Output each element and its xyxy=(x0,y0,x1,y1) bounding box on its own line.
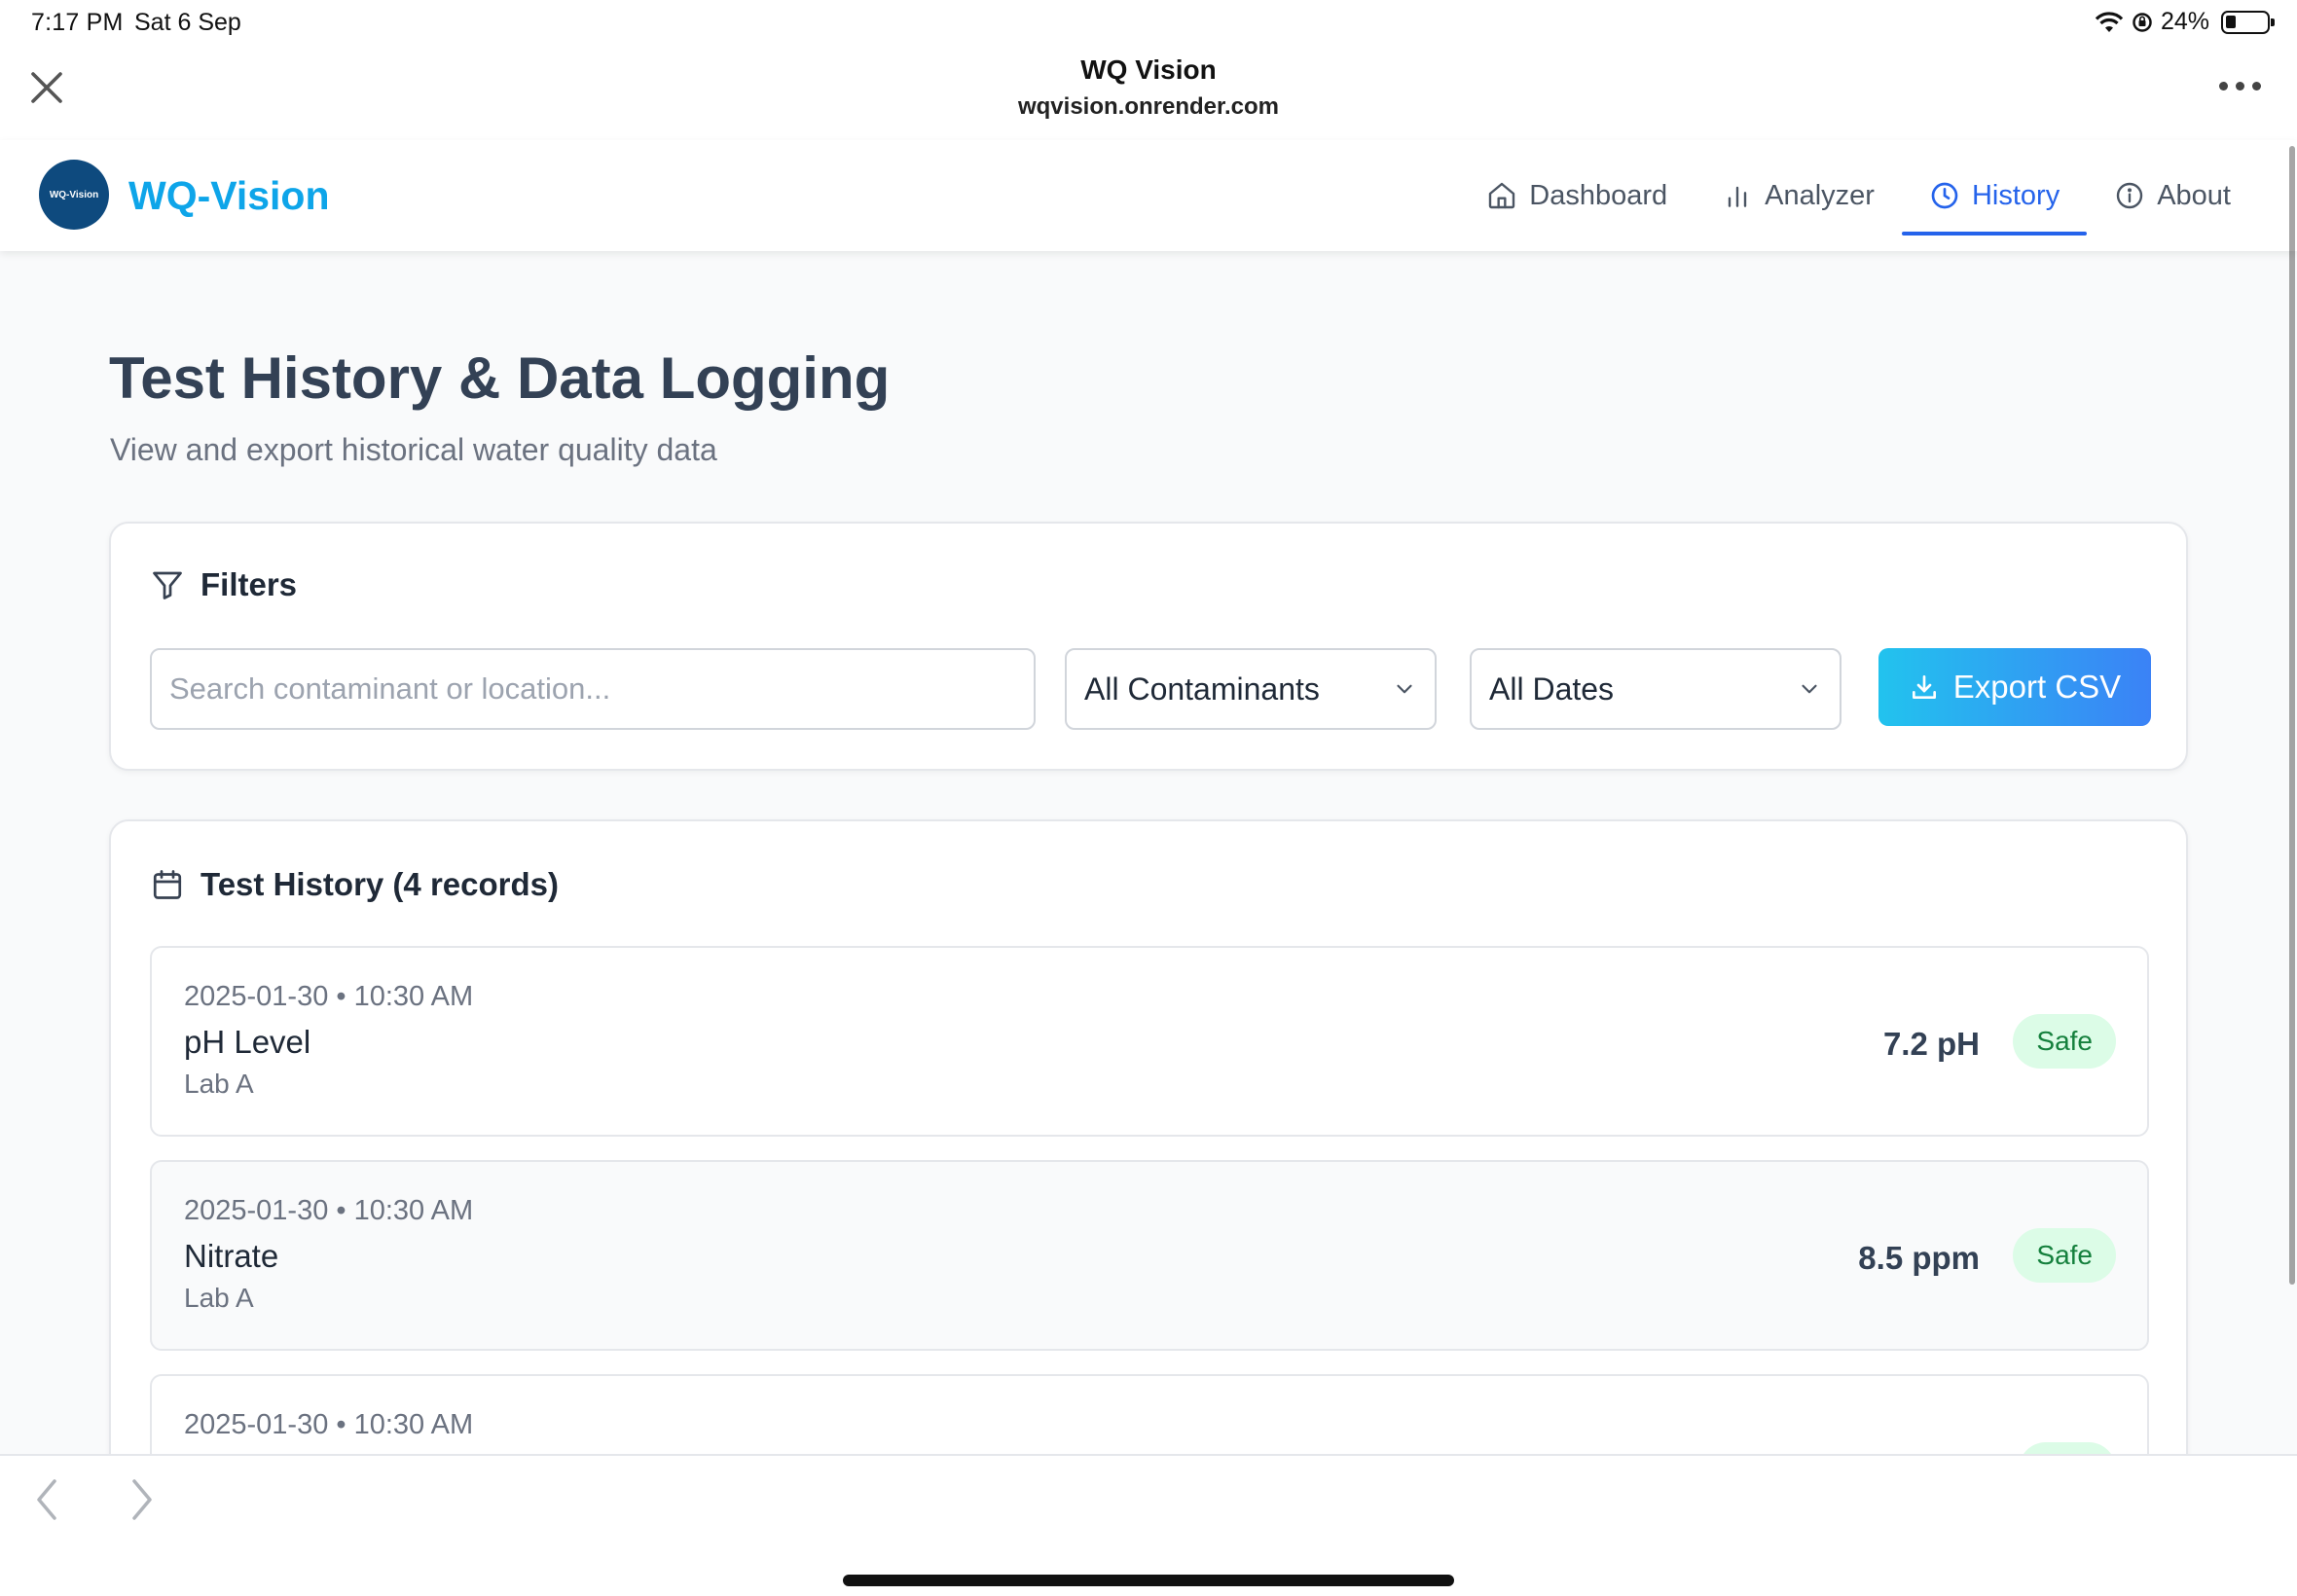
nav-history-label: History xyxy=(1971,179,2060,211)
nav-history[interactable]: History xyxy=(1901,140,2088,251)
filter-icon xyxy=(153,571,182,599)
filters-heading: Filters xyxy=(150,566,297,603)
record-contaminant: pH Level xyxy=(184,1024,311,1060)
bar-chart-icon xyxy=(1728,186,1747,207)
main-nav: Dashboard Analyzer History About xyxy=(1459,140,2258,251)
record-location: Lab A xyxy=(184,1069,254,1099)
brand-name[interactable]: WQ-Vision xyxy=(128,173,330,219)
history-heading-label: Test History (4 records) xyxy=(201,866,559,902)
record-value: 8.5 ppm xyxy=(1858,1240,1980,1276)
record-contaminant: Nitrate xyxy=(184,1238,279,1274)
status-indicators: 24% xyxy=(2095,8,2275,36)
record-location: Lab A xyxy=(184,1283,254,1313)
history-card: Test History (4 records) 2025-01-30 • 10… xyxy=(109,819,2188,1454)
record-datetime: 2025-01-30 • 10:30 AM xyxy=(184,1409,474,1440)
browser-toolbar: WQ Vision wqvision.onrender.com xyxy=(0,47,2297,140)
record-datetime: 2025-01-30 • 10:30 AM xyxy=(184,981,474,1012)
more-options-icon[interactable] xyxy=(2219,76,2268,95)
nav-about[interactable]: About xyxy=(2087,140,2258,251)
nav-dashboard-label: Dashboard xyxy=(1529,179,1668,211)
battery-icon xyxy=(2221,10,2275,34)
contaminant-select[interactable]: All Contaminants xyxy=(1065,648,1437,730)
info-icon xyxy=(2117,182,2143,209)
battery-percent: 24% xyxy=(2160,8,2209,35)
date-select[interactable]: All Dates xyxy=(1470,648,1841,730)
filters-heading-label: Filters xyxy=(201,566,298,602)
list-item[interactable]: 2025-01-30 • 10:30 AM xyxy=(150,1374,2149,1454)
record-datetime: 2025-01-30 • 10:30 AM xyxy=(184,1195,474,1226)
download-icon xyxy=(1912,675,1936,699)
wifi-icon xyxy=(2095,11,2124,32)
status-badge: Safe xyxy=(2013,1014,2116,1069)
back-icon[interactable] xyxy=(29,1475,64,1524)
nav-analyzer[interactable]: Analyzer xyxy=(1695,140,1902,251)
browser-page-title: WQ Vision xyxy=(1080,54,1217,85)
history-heading: Test History (4 records) xyxy=(150,866,559,903)
search-input[interactable] xyxy=(150,648,1036,730)
export-csv-button[interactable]: Export CSV xyxy=(1878,648,2151,726)
forward-icon[interactable] xyxy=(125,1475,160,1524)
contaminant-select-value: All Contaminants xyxy=(1084,671,1320,707)
home-icon xyxy=(1489,182,1515,209)
status-time: 7:17 PM xyxy=(31,9,124,36)
app-header: WQ-Vision WQ-Vision Dashboard Analyzer H… xyxy=(0,140,2297,251)
browser-url[interactable]: wqvision.onrender.com xyxy=(0,93,2297,121)
list-item[interactable]: 2025-01-30 • 10:30 AM pH Level Lab A 7.2… xyxy=(150,946,2149,1137)
chevron-down-icon xyxy=(1397,684,1412,694)
browser-bottom-toolbar xyxy=(0,1454,2297,1596)
nav-analyzer-label: Analyzer xyxy=(1765,179,1875,211)
calendar-icon xyxy=(153,870,182,899)
record-value: 7.2 pH xyxy=(1882,1026,1980,1062)
status-badge: Safe xyxy=(2013,1228,2116,1283)
export-csv-label: Export CSV xyxy=(1952,669,2122,705)
main-content: Test History & Data Logging View and exp… xyxy=(0,251,2297,1454)
brand-logo[interactable]: WQ-Vision xyxy=(39,160,109,230)
orientation-lock-icon xyxy=(2133,12,2152,32)
status-badge xyxy=(2019,1442,2116,1454)
filters-card: Filters All Contaminants All Dates Expor… xyxy=(109,522,2188,771)
nav-about-label: About xyxy=(2157,179,2231,211)
home-indicator[interactable] xyxy=(843,1575,1454,1586)
clock-icon xyxy=(1931,182,1958,209)
page-subtitle: View and export historical water quality… xyxy=(110,432,717,467)
chevron-down-icon xyxy=(1802,684,1817,694)
status-bar: 7:17 PM Sat 6 Sep 24% xyxy=(0,0,2297,47)
page-title: Test History & Data Logging xyxy=(109,345,891,411)
list-item[interactable]: 2025-01-30 • 10:30 AM Nitrate Lab A 8.5 … xyxy=(150,1160,2149,1351)
nav-dashboard[interactable]: Dashboard xyxy=(1459,140,1695,251)
page-scrollbar[interactable] xyxy=(2289,146,2295,1285)
status-date: Sat 6 Sep xyxy=(134,9,241,36)
date-select-value: All Dates xyxy=(1489,671,1615,707)
